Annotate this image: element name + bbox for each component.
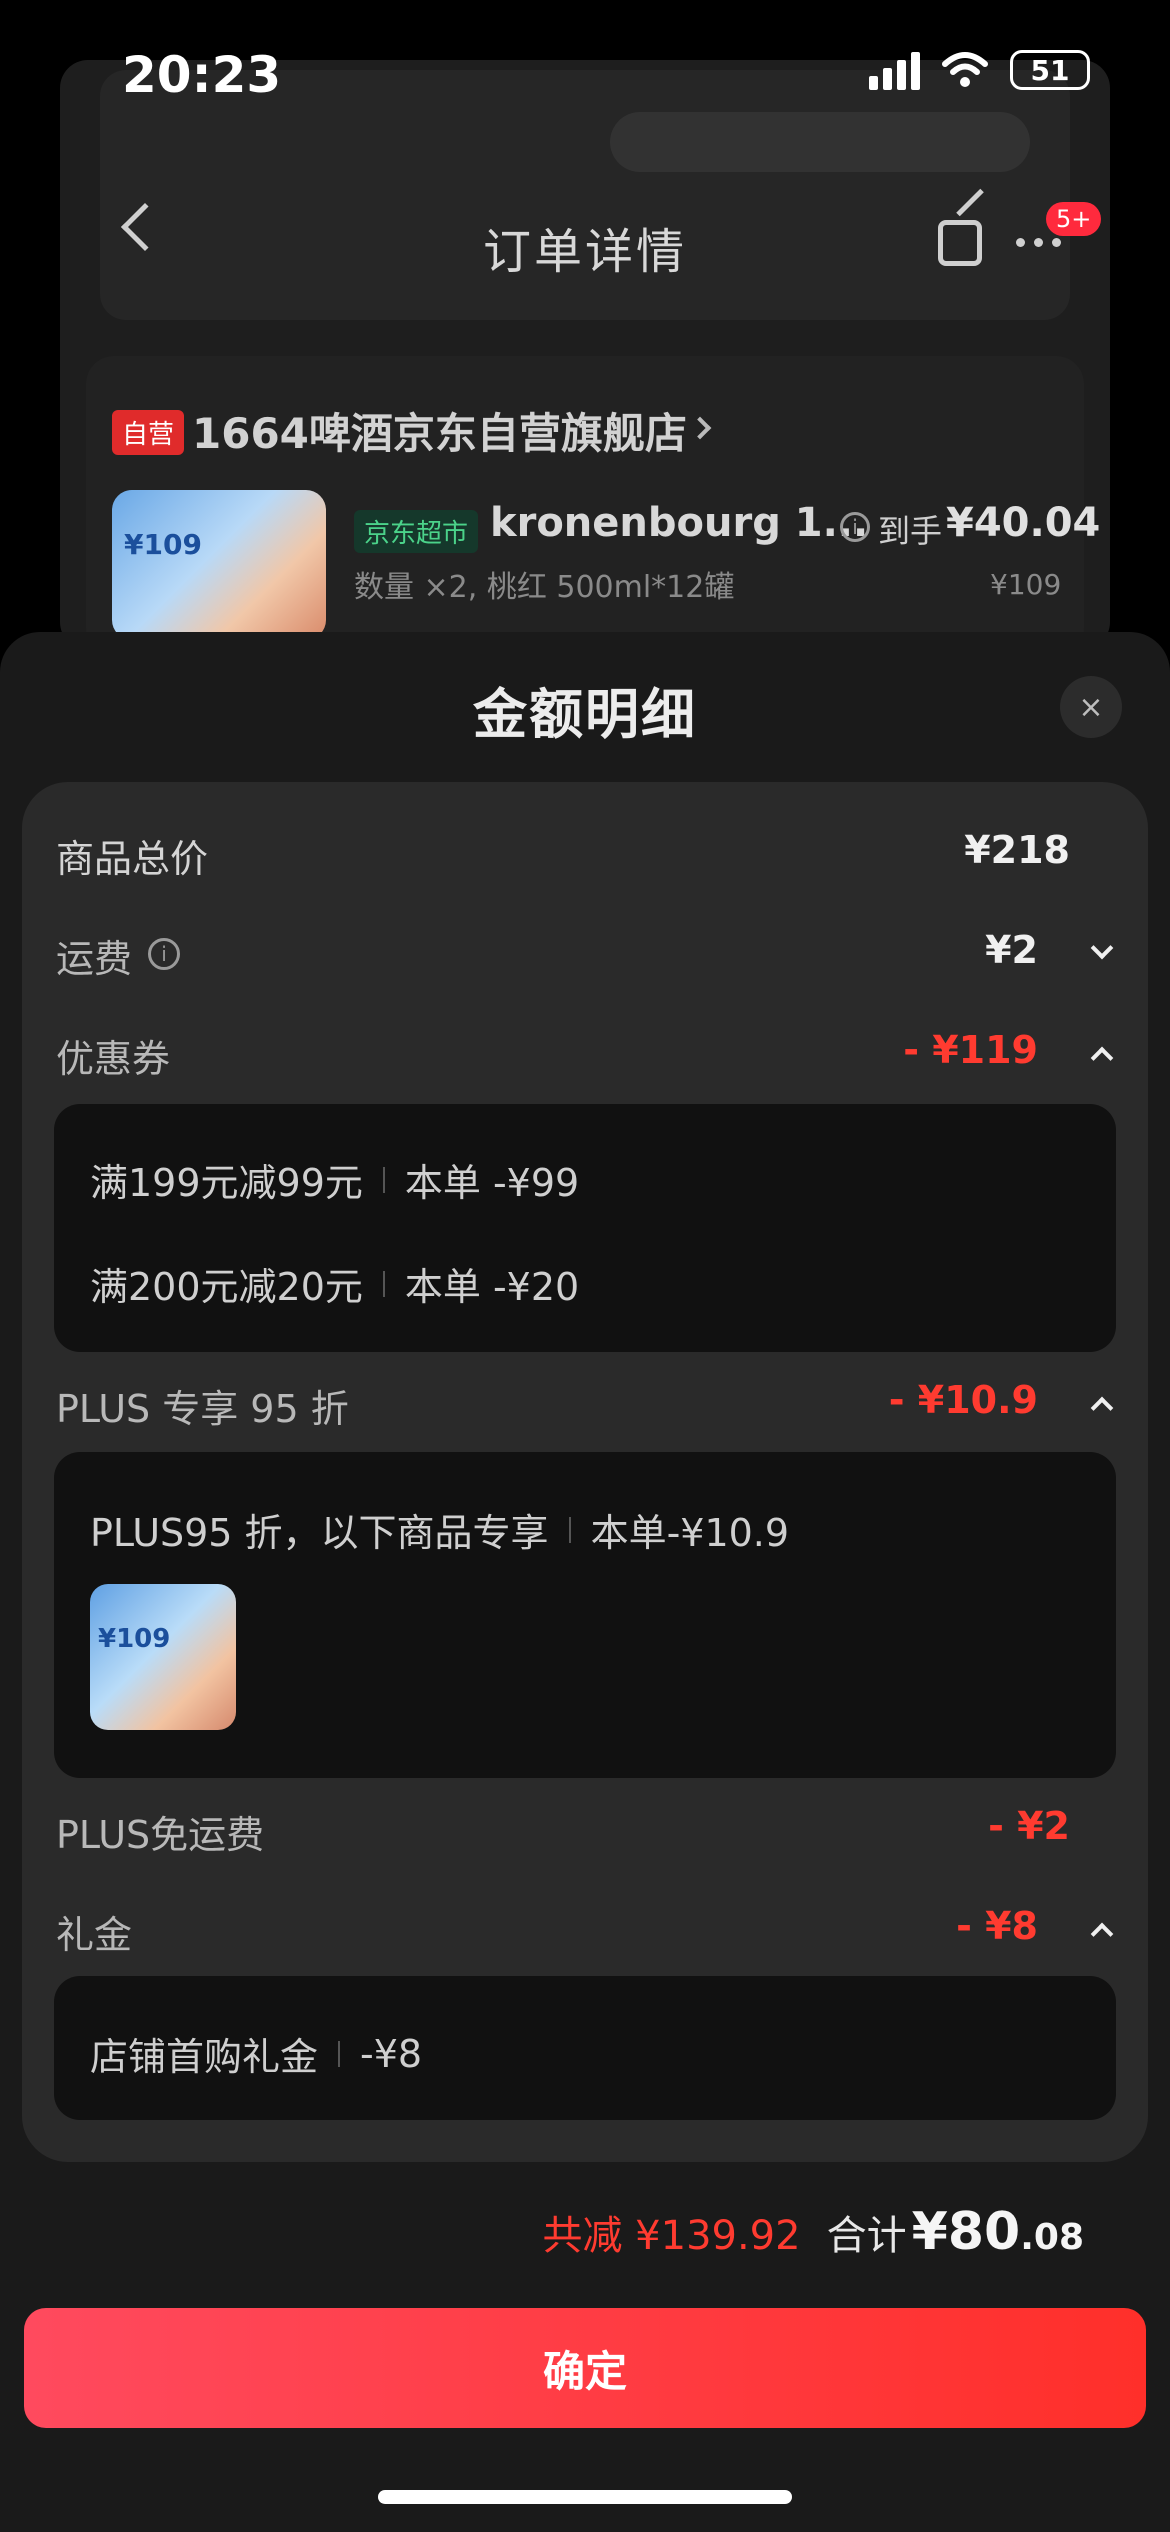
self-operated-badge: 自营 xyxy=(112,410,185,455)
gift-detail-amount: -¥8 xyxy=(360,2031,423,2076)
plus-free-shipping-label: PLUS免运费 xyxy=(56,1813,265,1857)
gift-detail-line: 店铺首购礼金 -¥8 xyxy=(90,2026,422,2081)
product-spec: 数量 ×2, 桃红 500ml*12罐 xyxy=(354,570,735,605)
product-name[interactable]: kronenbourg 1... xyxy=(490,500,868,546)
shipping-info-icon[interactable]: i xyxy=(148,938,180,970)
coupon-item-amount: 本单 -¥99 xyxy=(404,1161,580,1205)
coupon-item-text: 满200元减20元 xyxy=(90,1265,363,1309)
store-name[interactable]: 1664啤酒京东自营旗舰店 xyxy=(192,400,687,461)
total-value: ¥80 xyxy=(911,2202,1021,2262)
final-price-label: 到手 xyxy=(878,512,943,550)
sheet-title: 金额明细 xyxy=(473,683,697,746)
close-button[interactable]: × xyxy=(1060,676,1122,738)
background-banner xyxy=(100,70,1070,320)
coupon-detail-box xyxy=(54,1104,1116,1352)
plus-detail-amount: 本单-¥10.9 xyxy=(590,1511,790,1555)
plus-product-thumbnail[interactable] xyxy=(90,1584,236,1730)
gift-detail-text: 店铺首购礼金 xyxy=(90,2035,319,2079)
divider xyxy=(382,1270,385,1297)
share-icon[interactable] xyxy=(938,220,982,266)
gift-money-label: 礼金 xyxy=(56,1913,133,1957)
total-summary: 共减 ¥139.92 合计 ¥80.08 xyxy=(542,2202,1084,2262)
shipping-value[interactable]: ¥2 xyxy=(985,928,1038,972)
product-image[interactable] xyxy=(112,490,326,640)
signal-icon xyxy=(869,50,920,90)
original-price: ¥109 xyxy=(990,568,1062,601)
coupon-value[interactable]: - ¥119 xyxy=(903,1028,1038,1072)
plus-detail-line: PLUS95 折，以下商品专享 本单-¥10.9 xyxy=(90,1502,789,1557)
goods-total-value: ¥218 xyxy=(964,828,1070,872)
final-price: ¥40.04 xyxy=(946,500,1101,546)
more-badge: 5+ xyxy=(1046,202,1102,236)
close-icon: × xyxy=(1078,689,1104,725)
product-image-price: ¥109 xyxy=(124,528,202,561)
more-icon[interactable] xyxy=(1016,238,1061,247)
status-icons: 51 xyxy=(869,50,1090,90)
status-time: 20:23 xyxy=(122,46,282,104)
goods-total-label: 商品总价 xyxy=(56,837,209,881)
plus-thumbnail-price: ¥109 xyxy=(98,1624,171,1654)
info-icon[interactable]: i xyxy=(840,512,870,542)
confirm-button[interactable]: 确定 xyxy=(24,2308,1146,2428)
supermarket-tag: 京东超市 xyxy=(354,510,479,553)
total-label: 合计 xyxy=(826,2213,907,2259)
plus-discount-label: PLUS 专享 95 折 xyxy=(56,1387,349,1431)
coupon-label: 优惠券 xyxy=(56,1037,171,1081)
coupon-item-amount: 本单 -¥20 xyxy=(404,1265,580,1309)
plus-discount-value[interactable]: - ¥10.9 xyxy=(889,1378,1038,1422)
divider xyxy=(568,1516,571,1543)
total-cents: .08 xyxy=(1020,2217,1084,2258)
plus-detail-text: PLUS95 折，以下商品专享 xyxy=(90,1511,549,1555)
coupon-item-text: 满199元减99元 xyxy=(90,1161,363,1205)
divider xyxy=(338,2040,341,2067)
divider xyxy=(382,1166,385,1193)
gift-money-value[interactable]: - ¥8 xyxy=(956,1904,1038,1948)
home-indicator xyxy=(378,2490,792,2504)
total-reduced: 共减 ¥139.92 xyxy=(542,2213,801,2259)
shipping-label: 运费 xyxy=(56,937,133,981)
page-title: 订单详情 xyxy=(482,224,687,280)
background-pill xyxy=(610,112,1030,172)
coupon-item: 满200元减20元 本单 -¥20 xyxy=(90,1256,579,1311)
wifi-icon xyxy=(942,52,988,87)
plus-free-shipping-value: - ¥2 xyxy=(988,1804,1070,1848)
coupon-item: 满199元减99元 本单 -¥99 xyxy=(90,1152,579,1207)
battery-icon: 51 xyxy=(1010,50,1090,90)
battery-level: 51 xyxy=(1030,53,1070,87)
